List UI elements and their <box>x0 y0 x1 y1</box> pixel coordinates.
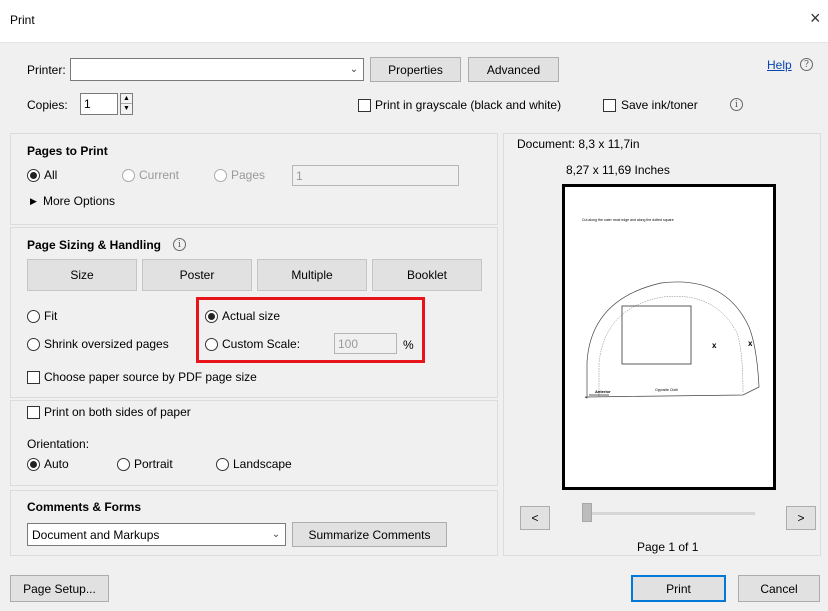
comments-select[interactable]: Document and Markups ⌄ <box>27 523 286 546</box>
tab-poster[interactable]: Poster <box>142 259 252 291</box>
custom-scale-input[interactable]: 100 <box>334 333 397 354</box>
chevron-down-icon: ⌄ <box>349 64 359 75</box>
percent-label: % <box>403 338 414 352</box>
comments-title: Comments & Forms <box>27 500 142 514</box>
summarize-comments-button[interactable]: Summarize Comments <box>292 522 447 547</box>
document-size: Document: 8,3 x 11,7in <box>517 137 640 151</box>
save-ink-label: Save ink/toner <box>621 98 698 112</box>
copies-stepper[interactable]: ▲ ▼ <box>120 93 133 115</box>
landscape-label: Landscape <box>233 457 292 471</box>
grayscale-checkbox[interactable] <box>358 99 371 112</box>
all-radio[interactable] <box>27 169 40 182</box>
printer-label: Printer: <box>27 63 66 77</box>
custom-scale-label: Custom Scale: <box>222 337 301 351</box>
stepper-down-icon[interactable]: ▼ <box>121 104 132 114</box>
help-link[interactable]: Help <box>767 58 792 72</box>
pages-label: Pages <box>231 168 266 182</box>
portrait-label: Portrait <box>134 457 173 471</box>
page-left-label: Anterior <box>595 389 611 394</box>
pages-range-input[interactable]: 1 <box>292 165 459 186</box>
auto-label: Auto <box>44 457 69 471</box>
chevron-down-icon: ⌄ <box>271 529 281 540</box>
advanced-button[interactable]: Advanced <box>468 57 559 82</box>
close-icon[interactable]: × <box>810 8 821 29</box>
triangle-right-icon[interactable]: ▶ <box>30 196 37 207</box>
page-footer: Opposite Cloth <box>655 388 679 392</box>
actual-size-label: Actual size <box>222 309 281 323</box>
page-preview: Cut along the outer most edge and along … <box>562 184 776 490</box>
printer-select[interactable]: ⌄ <box>70 58 364 81</box>
info-icon[interactable]: i <box>173 238 186 251</box>
properties-button[interactable]: Properties <box>370 57 461 82</box>
all-label: All <box>44 168 58 182</box>
grayscale-label: Print in grayscale (black and white) <box>375 98 562 112</box>
pattern-mark-x: x <box>748 339 753 348</box>
shrink-radio[interactable] <box>27 338 40 351</box>
print-button[interactable]: Print <box>631 575 726 602</box>
comments-value: Document and Markups <box>32 527 160 542</box>
page-slider-thumb[interactable] <box>582 503 592 522</box>
more-options-link[interactable]: More Options <box>43 194 115 208</box>
page-sizing-title: Page Sizing & Handling <box>27 238 162 252</box>
both-sides-checkbox[interactable] <box>27 406 40 419</box>
copies-label: Copies: <box>27 98 68 112</box>
current-label: Current <box>139 168 180 182</box>
info-icon[interactable]: i <box>730 98 743 111</box>
save-ink-checkbox[interactable] <box>603 99 616 112</box>
pages-radio[interactable] <box>214 169 227 182</box>
page-inches: 8,27 x 11,69 Inches <box>566 163 670 177</box>
help-icon[interactable]: ? <box>800 58 813 71</box>
tab-size[interactable]: Size <box>27 259 137 291</box>
page-indicator: Page 1 of 1 <box>637 540 699 554</box>
prev-page-button[interactable]: < <box>520 506 550 530</box>
pages-to-print-title: Pages to Print <box>27 144 108 158</box>
tab-multiple[interactable]: Multiple <box>257 259 367 291</box>
paper-source-checkbox[interactable] <box>27 371 40 384</box>
custom-scale-radio[interactable] <box>205 338 218 351</box>
portrait-radio[interactable] <box>117 458 130 471</box>
current-radio[interactable] <box>122 169 135 182</box>
title-separator <box>0 42 828 43</box>
pattern-drawing <box>584 281 760 399</box>
actual-size-radio[interactable] <box>205 310 218 323</box>
landscape-radio[interactable] <box>216 458 229 471</box>
stepper-up-icon[interactable]: ▲ <box>121 94 132 104</box>
page-slider-track[interactable] <box>583 512 755 515</box>
pattern-mark-x: x <box>712 341 717 350</box>
fit-radio[interactable] <box>27 310 40 323</box>
window-title: Print <box>10 13 35 27</box>
next-page-button[interactable]: > <box>786 506 816 530</box>
shrink-label: Shrink oversized pages <box>44 337 169 351</box>
tab-booklet[interactable]: Booklet <box>372 259 482 291</box>
cancel-button[interactable]: Cancel <box>738 575 820 602</box>
orientation-label: Orientation: <box>27 437 90 451</box>
auto-radio[interactable] <box>27 458 40 471</box>
copies-input[interactable]: 1 <box>80 93 118 115</box>
page-setup-button[interactable]: Page Setup... <box>10 575 109 602</box>
fit-label: Fit <box>44 309 58 323</box>
both-sides-label: Print on both sides of paper <box>44 405 191 419</box>
paper-source-label: Choose paper source by PDF page size <box>44 370 257 384</box>
